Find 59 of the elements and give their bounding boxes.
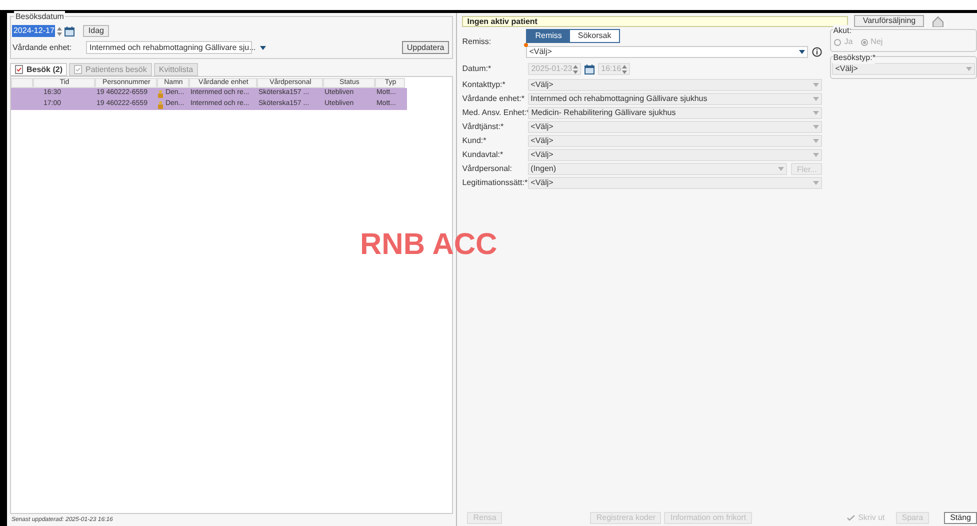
spinner-arrows-icon[interactable] [573,64,578,74]
person-icon [158,100,164,108]
field-label: Kund:* [462,135,488,147]
spinner-arrows-icon[interactable] [622,64,628,74]
select-field[interactable]: (Ingen) [528,163,788,175]
footer-button[interactable]: Stäng [944,512,977,524]
dropdown-arrow-icon [813,181,820,185]
spinner-arrows-icon[interactable] [57,26,62,36]
radio-button[interactable] [860,38,868,46]
today-button[interactable]: Idag [83,25,109,37]
calendar-icon[interactable] [584,64,596,74]
referral-dropdown[interactable]: <Välj> [526,46,808,58]
person-icon [158,90,164,98]
dropdown-arrow-icon [799,50,806,54]
field-label: Vårdtjänst:* [462,121,505,133]
select-field[interactable]: <Välj> [528,135,822,147]
sales-button[interactable]: Varuförsäljning [854,15,924,27]
field-label: Datum:* [462,63,492,75]
dropdown-arrow-icon [966,67,972,71]
select-field[interactable]: <Välj> [528,79,822,91]
select-field[interactable]: Internmed och rehabmottagning Gällivare sjukhus [528,93,822,105]
dropdown-arrow-icon [813,111,820,115]
field-label: Kontakttyp:* [462,79,506,91]
select-field[interactable]: <Välj> [528,177,822,189]
dropdown-arrow-icon [813,97,820,101]
dropdown-arrow-icon [260,46,266,50]
dropdown-arrow-icon [813,153,820,157]
field-label: Vårdande enhet: [12,42,73,54]
select-field[interactable]: <Välj> [528,121,822,133]
patient-banner: Ingen aktiv patient [462,16,848,26]
environment-label: RNB ACC [360,227,498,263]
field-label: Vårdande enhet:* [462,93,526,105]
toggle-option[interactable]: Sökorsak [570,30,620,42]
toggle-option[interactable]: Remiss [527,30,570,42]
calendar-icon[interactable] [64,26,76,36]
field-label: Remiss: [462,36,492,48]
select-field[interactable]: <Välj> [528,149,822,161]
dropdown-arrow-icon [813,83,820,87]
select-field[interactable]: Medicin- Rehabilitering Gällivare sjukhus [528,107,822,119]
clipboard-icon [74,65,82,74]
dropdown-arrow-icon [778,167,784,171]
field-label: Vårdpersonal: [462,163,514,175]
home-icon[interactable] [932,16,944,26]
select-field[interactable]: <Välj> [832,63,975,75]
field-label: Legitimationssätt:* [462,177,528,189]
clipboard-icon [15,65,24,74]
radio-label: Nej [870,36,883,48]
field-label: Kundavtal:* [462,149,504,161]
radio-label: Ja [844,36,853,48]
group-legend: Besökstyp:* [833,52,876,64]
dropdown-arrow-icon [813,125,820,129]
radio-button[interactable] [834,38,842,46]
checkmark-icon [847,515,856,521]
field-label: Med. Ansv. Enhet:* [462,107,528,119]
dropdown-arrow-icon [813,139,820,143]
tab[interactable]: Besök (2) [10,63,68,76]
update-button[interactable]: Uppdatera [402,41,450,54]
info-icon[interactable] [812,47,822,57]
date-field[interactable]: 2024-12-17 [12,25,56,37]
